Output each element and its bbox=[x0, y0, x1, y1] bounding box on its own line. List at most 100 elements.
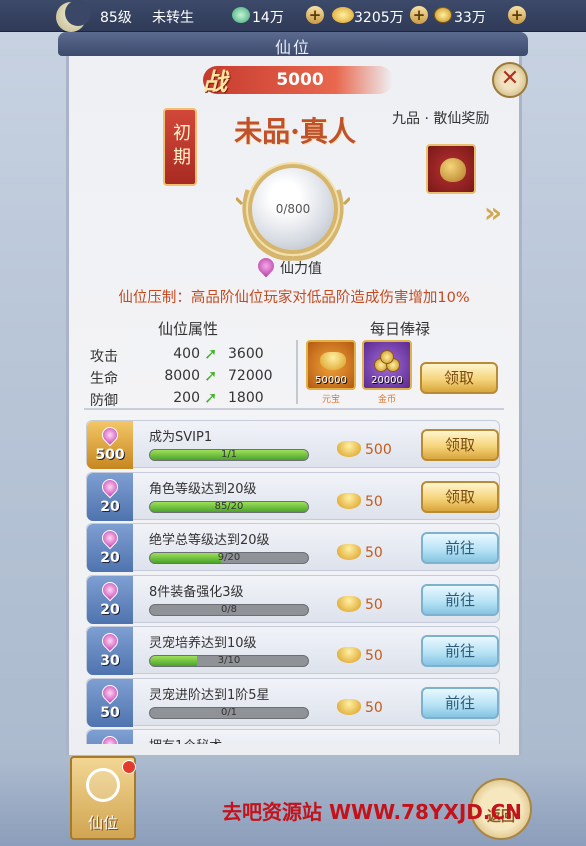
ingot-icon bbox=[320, 352, 346, 370]
attr-next: 72000 bbox=[228, 368, 273, 384]
attr-current: 200 bbox=[173, 390, 200, 406]
task-progress-bar: 3/10 bbox=[149, 655, 309, 667]
jade-amount: 14万 bbox=[252, 10, 284, 26]
combat-power-value: 5000 bbox=[276, 70, 324, 90]
rank-title: 未品·真人 bbox=[234, 115, 356, 148]
attr-row-defense: 防御 200 ➚ 1800 bbox=[90, 388, 290, 409]
ingot-icon bbox=[337, 441, 361, 457]
gem-drop-icon bbox=[98, 578, 122, 601]
task-progress-bar: 1/1 bbox=[149, 449, 309, 461]
task-name: 绝学总等级达到20级 bbox=[149, 533, 270, 548]
task-list: 500 成为SVIP1 1/1 500 领取 20 角色等级达到20级 85/20 50 领取 20… bbox=[84, 408, 504, 744]
attr-name: 生命 bbox=[90, 371, 118, 387]
task-level-icon: 20 bbox=[87, 575, 133, 624]
task-action-button[interactable]: 领取 bbox=[421, 429, 499, 461]
rank-emblem-icon bbox=[86, 768, 120, 802]
daily-coin-item[interactable]: 20000 bbox=[362, 340, 412, 390]
task-progress-text: 9/20 bbox=[217, 552, 241, 563]
suppress-note: 仙位压制：高品阶仙位玩家对低品阶造成伤害增加10% bbox=[118, 290, 470, 306]
task-level-icon bbox=[87, 730, 133, 744]
attr-name: 攻击 bbox=[90, 349, 118, 365]
task-action-button[interactable]: 前往 bbox=[421, 686, 499, 719]
section-divider bbox=[296, 340, 298, 404]
task-action-button[interactable]: 前往 bbox=[421, 532, 499, 564]
panel-title: 仙位 bbox=[274, 38, 311, 57]
task-progress-text: 85/20 bbox=[214, 500, 244, 512]
gem-drop-icon bbox=[98, 423, 122, 447]
bag-icon bbox=[440, 158, 466, 182]
gem-drop-icon bbox=[98, 681, 122, 704]
task-progress-bar: 0/1 bbox=[149, 706, 309, 719]
combat-icon: 战 bbox=[203, 68, 227, 96]
task-name: 灵宠培养达到10级 bbox=[149, 636, 257, 651]
gem-drop-icon bbox=[98, 629, 122, 653]
task-reward: 500 bbox=[365, 442, 392, 458]
power-label: 仙力值 bbox=[280, 261, 322, 277]
daily-sub: 元宝 bbox=[321, 395, 340, 405]
task-name: 角色等级达到20级 bbox=[149, 481, 257, 497]
close-button[interactable]: ✕ bbox=[492, 62, 528, 98]
ingot-icon bbox=[337, 492, 361, 509]
task-level: 500 bbox=[95, 447, 125, 463]
task-action-button[interactable]: 前往 bbox=[421, 635, 499, 667]
panel-header: 仙位 bbox=[58, 32, 528, 57]
attr-current: 400 bbox=[173, 346, 200, 362]
watermark: 去吧资源站 WWW.78YXJD.CN bbox=[222, 800, 522, 824]
task-row: 拥有1个秘术 bbox=[86, 729, 500, 744]
tab-label: 仙位 bbox=[87, 814, 118, 832]
task-level: 30 bbox=[100, 653, 120, 669]
task-level-icon: 50 bbox=[87, 678, 133, 727]
task-level-icon: 20 bbox=[87, 472, 133, 521]
task-row: 20 绝学总等级达到20级 9/20 50 前往 bbox=[86, 523, 500, 572]
top-status-bar: 85级 未转生 14万 + 3205万 + 33万 + bbox=[0, 0, 586, 32]
up-arrow-icon: ➚ bbox=[204, 388, 218, 407]
task-level: 50 bbox=[100, 704, 120, 721]
gem-drop-icon bbox=[98, 732, 122, 744]
task-reward: 50 bbox=[365, 493, 383, 510]
task-level: 20 bbox=[100, 498, 120, 515]
coin-icon bbox=[434, 7, 452, 23]
task-reward: 50 bbox=[365, 545, 383, 561]
reward-bag-item[interactable] bbox=[426, 144, 476, 194]
task-row: 500 成为SVIP1 1/1 500 领取 bbox=[86, 420, 500, 469]
task-level-icon: 30 bbox=[87, 627, 133, 675]
ingot-icon bbox=[337, 698, 361, 715]
add-ingot-button[interactable]: + bbox=[410, 6, 428, 24]
rebirth-status: 未转生 bbox=[152, 10, 194, 26]
next-rank-arrow-icon[interactable]: » bbox=[484, 196, 502, 229]
ingot-icon bbox=[337, 544, 361, 560]
task-progress-text: 1/1 bbox=[220, 449, 238, 460]
task-row: 20 8件装备强化3级 0/8 50 前往 bbox=[86, 574, 500, 624]
attr-current: 8000 bbox=[164, 368, 200, 384]
task-level-icon: 500 bbox=[87, 421, 133, 469]
attr-row-hp: 生命 8000 ➚ 72000 bbox=[90, 366, 290, 387]
daily-claim-button[interactable]: 领取 bbox=[420, 362, 498, 394]
task-name: 8件装备强化3级 bbox=[149, 584, 244, 600]
stage-badge: 初期 bbox=[163, 108, 197, 186]
task-name: 灵宠进阶达到1阶5星 bbox=[149, 687, 270, 703]
up-arrow-icon: ➚ bbox=[204, 366, 218, 385]
notification-dot bbox=[122, 760, 136, 774]
attr-header: 仙位属性 bbox=[158, 320, 219, 338]
daily-ingot-item[interactable]: 50000 bbox=[306, 340, 356, 390]
task-reward: 50 bbox=[365, 699, 383, 716]
task-reward: 50 bbox=[365, 596, 383, 613]
moon-icon bbox=[56, 0, 91, 32]
task-row: 50 灵宠进阶达到1阶5星 0/1 50 前往 bbox=[86, 677, 500, 727]
attr-name: 防御 bbox=[90, 393, 118, 409]
task-level-icon: 20 bbox=[87, 524, 133, 572]
task-row: 20 角色等级达到20级 85/20 50 领取 bbox=[86, 471, 500, 521]
add-jade-button[interactable]: + bbox=[306, 6, 324, 24]
task-name: 成为SVIP1 bbox=[149, 430, 213, 445]
task-progress-bar: 85/20 bbox=[149, 500, 309, 513]
task-action-button[interactable]: 前往 bbox=[421, 583, 499, 616]
task-progress-bar: 0/8 bbox=[149, 603, 309, 616]
ingot-icon bbox=[337, 595, 361, 612]
coin-amount: 33万 bbox=[454, 10, 486, 26]
daily-value: 50000 bbox=[315, 375, 347, 386]
attr-next: 3600 bbox=[228, 346, 264, 362]
add-coin-button[interactable]: + bbox=[508, 6, 526, 24]
up-arrow-icon: ➚ bbox=[204, 344, 218, 363]
task-action-button[interactable]: 领取 bbox=[421, 480, 499, 513]
ingot-icon bbox=[337, 647, 361, 663]
